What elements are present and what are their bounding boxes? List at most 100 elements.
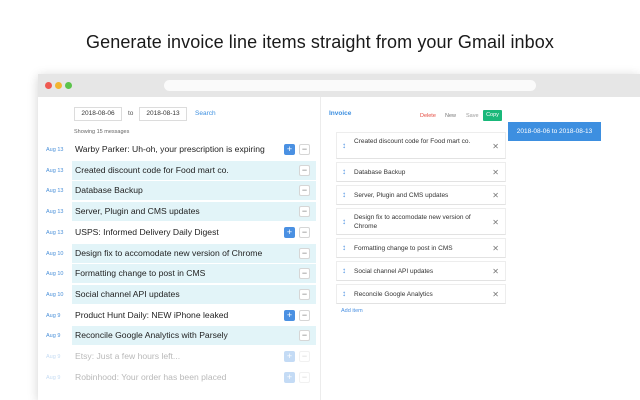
- message-subject: Etsy: Just a few hours left...: [75, 351, 181, 361]
- drag-handle-icon[interactable]: ↕: [340, 168, 348, 176]
- message-date: Aug 9: [46, 354, 61, 360]
- message-subject: Social channel API updates: [72, 284, 316, 304]
- message-date: Aug 9: [46, 312, 61, 319]
- close-icon[interactable]: ✕: [492, 168, 499, 177]
- message-row[interactable]: Aug 9 Reconcile Google Analytics with Par…: [38, 326, 320, 346]
- invoice-item-text[interactable]: Design fix to accomodate new version of …: [354, 213, 484, 231]
- message-subject: Created discount code for Food mart co.: [72, 160, 316, 180]
- message-row[interactable]: Aug 9 Product Hunt Daily: NEW iPhone leak…: [38, 306, 320, 326]
- message-subject: Warby Parker: Uh-oh, your prescription i…: [75, 144, 265, 154]
- add-to-invoice-button[interactable]: +: [284, 309, 295, 321]
- add-item-link[interactable]: Add item: [341, 308, 363, 314]
- invoice-item-text[interactable]: Formatting change to post in CMS: [354, 244, 484, 253]
- invoice-item-text[interactable]: Reconcile Google Analytics: [354, 290, 484, 299]
- add-to-invoice-button[interactable]: +: [284, 351, 295, 362]
- close-icon[interactable]: ✕: [492, 191, 499, 200]
- invoice-line-item[interactable]: ↕ Reconcile Google Analytics ✕: [336, 284, 506, 304]
- invoice-item-text[interactable]: Database Backup: [354, 168, 484, 177]
- message-subject: Server, Plugin and CMS updates: [72, 202, 316, 222]
- new-button[interactable]: New: [445, 113, 456, 119]
- message-subject: USPS: Informed Delivery Daily Digest: [75, 226, 219, 237]
- add-to-invoice-button[interactable]: +: [284, 226, 295, 238]
- remove-message-button[interactable]: −: [299, 330, 310, 342]
- message-date: Aug 13: [46, 209, 64, 216]
- drag-handle-icon[interactable]: ↕: [340, 244, 348, 252]
- to-date-input[interactable]: 2018-08-13: [139, 107, 187, 121]
- remove-message-button[interactable]: −: [299, 309, 310, 321]
- remove-message-button[interactable]: −: [299, 268, 310, 280]
- close-icon[interactable]: ✕: [492, 142, 499, 151]
- invoice-line-item[interactable]: ↕ Formatting change to post in CMS ✕: [336, 238, 506, 258]
- from-date-input[interactable]: 2018-08-06: [74, 107, 122, 121]
- headline: Generate invoice line items straight fro…: [86, 32, 554, 52]
- message-row[interactable]: Aug 10 Social channel API updates −: [38, 284, 320, 305]
- invoice-item-text[interactable]: Social channel API updates: [354, 267, 484, 276]
- remove-message-button[interactable]: −: [299, 247, 310, 259]
- date-range-tab[interactable]: 2018-08-06 to 2018-08-13: [508, 122, 601, 141]
- search-button[interactable]: Search: [195, 110, 216, 117]
- message-subject: Reconcile Google Analytics with Parsely: [72, 326, 316, 346]
- remove-message-button[interactable]: −: [299, 185, 310, 197]
- close-icon[interactable]: ✕: [492, 244, 499, 253]
- invoice-line-item[interactable]: ↕ Design fix to accomodate new version of…: [336, 208, 506, 235]
- invoice-item-text[interactable]: Created discount code for Food mart co.: [354, 137, 484, 146]
- remove-message-button[interactable]: −: [299, 371, 310, 383]
- message-subject: Database Backup: [72, 181, 316, 201]
- add-to-invoice-button[interactable]: +: [284, 144, 295, 155]
- close-window-button[interactable]: [45, 82, 52, 89]
- message-subject: Product Hunt Daily: NEW iPhone leaked: [75, 309, 229, 320]
- drag-handle-icon[interactable]: ↕: [340, 191, 348, 199]
- remove-message-button[interactable]: −: [299, 288, 310, 300]
- message-date: Aug 13: [46, 229, 64, 236]
- remove-message-button[interactable]: −: [299, 206, 310, 218]
- to-label: to: [128, 110, 134, 117]
- address-bar[interactable]: [164, 80, 536, 91]
- message-subject: Design fix to accomodate new version of …: [72, 243, 316, 263]
- drag-handle-icon[interactable]: ↕: [340, 142, 348, 150]
- message-subject: Formatting change to post in CMS: [72, 264, 316, 284]
- drag-handle-icon[interactable]: ↕: [340, 290, 348, 298]
- remove-message-button[interactable]: −: [299, 144, 310, 155]
- close-icon[interactable]: ✕: [492, 267, 499, 276]
- drag-handle-icon[interactable]: ↕: [340, 267, 348, 275]
- message-date: Aug 10: [46, 271, 64, 278]
- message-subject: Robinhood: Your order has been placed: [75, 371, 227, 382]
- message-row[interactable]: Aug 13 Server, Plugin and CMS updates −: [38, 202, 320, 222]
- message-row[interactable]: Aug 9 Etsy: Just a few hours left... + −: [38, 347, 320, 367]
- message-row[interactable]: Aug 10 Formatting change to post in CMS −: [38, 264, 320, 284]
- message-date: Aug 9: [46, 333, 61, 340]
- message-row[interactable]: Aug 13 Created discount code for Food mar…: [38, 160, 320, 181]
- message-row[interactable]: Aug 13 USPS: Informed Delivery Daily Dige…: [38, 223, 320, 243]
- minimize-window-button[interactable]: [55, 82, 62, 89]
- message-date: Aug 13: [46, 147, 64, 153]
- invoice-line-item[interactable]: ↕ Server, Plugin and CMS updates ✕: [336, 185, 506, 205]
- browser-window: 2018-08-06 to 2018-08-13 Search Showing …: [38, 74, 640, 400]
- message-date: Aug 10: [46, 250, 64, 257]
- invoice-line-item[interactable]: ↕ Social channel API updates ✕: [336, 261, 506, 281]
- title-bar: [38, 74, 640, 97]
- message-row[interactable]: Aug 9 Robinhood: Your order has been plac…: [38, 368, 320, 388]
- invoice-title: Invoice: [329, 110, 352, 117]
- copy-button[interactable]: Copy: [483, 110, 502, 121]
- remove-message-button[interactable]: −: [299, 226, 310, 238]
- message-count: Showing 15 messages: [74, 129, 130, 135]
- message-date: Aug 9: [46, 374, 61, 381]
- invoice-line-item[interactable]: ↕ Created discount code for Food mart co.…: [336, 132, 506, 159]
- message-date: Aug 10: [46, 291, 64, 298]
- message-row[interactable]: Aug 13 Database Backup −: [38, 181, 320, 201]
- message-date: Aug 13: [46, 167, 64, 174]
- message-row[interactable]: Aug 13 Warby Parker: Uh-oh, your prescrip…: [38, 140, 320, 160]
- invoice-item-text[interactable]: Server, Plugin and CMS updates: [354, 191, 484, 200]
- remove-message-button[interactable]: −: [299, 164, 310, 176]
- invoice-line-item[interactable]: ↕ Database Backup ✕: [336, 162, 506, 182]
- close-icon[interactable]: ✕: [492, 218, 499, 227]
- maximize-window-button[interactable]: [65, 82, 72, 89]
- drag-handle-icon[interactable]: ↕: [340, 218, 348, 226]
- add-to-invoice-button[interactable]: +: [284, 371, 295, 383]
- message-date: Aug 13: [46, 188, 64, 195]
- close-icon[interactable]: ✕: [492, 290, 499, 299]
- message-row[interactable]: Aug 10 Design fix to accomodate new versi…: [38, 243, 320, 264]
- save-button[interactable]: Save: [466, 113, 479, 119]
- delete-button[interactable]: Delete: [420, 113, 436, 119]
- remove-message-button[interactable]: −: [299, 351, 310, 362]
